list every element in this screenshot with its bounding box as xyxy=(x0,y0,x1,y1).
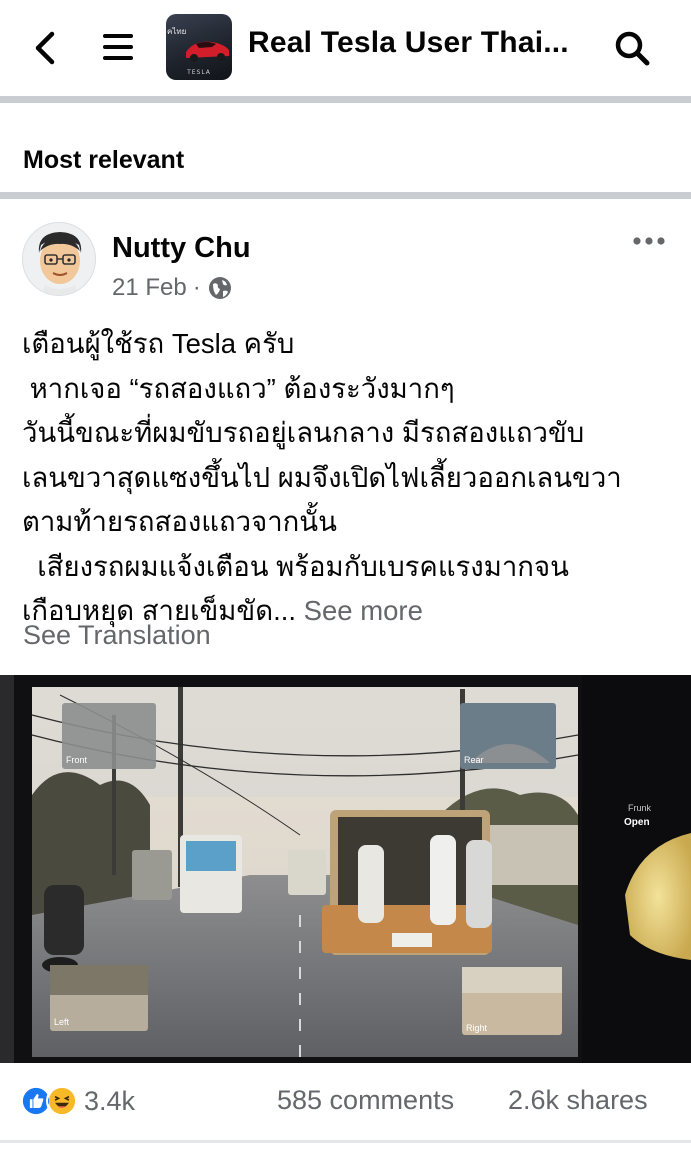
shares-count-link[interactable]: 2.6k shares xyxy=(508,1085,648,1116)
frunk-label: Frunk xyxy=(628,803,652,813)
group-title[interactable]: Real Tesla User Thai... xyxy=(248,26,569,60)
camera-label-left: Left xyxy=(54,1017,70,1027)
group-thumbnail[interactable]: คไทย TESLA xyxy=(166,14,232,80)
post-line: วันนี้ขณะที่ผมขับรถอยู่เลนกลาง มีรถสองแถ… xyxy=(22,417,585,448)
post-line: เสียงรถผมแจ้งเตือน พร้อมกับเบรคแรงมากจน xyxy=(22,550,569,582)
see-translation-link[interactable]: See Translation xyxy=(23,620,211,651)
post-photo[interactable]: Front Rear Left Right Frunk Open xyxy=(0,675,691,1063)
post-line: ตามท้ายรถสองแถวจากนั้น xyxy=(22,506,337,537)
reactions-summary[interactable]: 3.4k xyxy=(20,1085,135,1117)
post-date[interactable]: 21 Feb xyxy=(112,274,187,302)
camera-label-front: Front xyxy=(66,755,88,765)
chevron-left-icon[interactable] xyxy=(28,28,62,68)
frunk-state: Open xyxy=(624,817,650,828)
divider xyxy=(0,192,691,199)
post-meta: 21 Feb · xyxy=(112,274,233,302)
divider xyxy=(0,96,691,103)
camera-label-right: Right xyxy=(466,1023,488,1033)
post-line: เตือนผู้ใช้รถ Tesla ครับ xyxy=(22,328,295,359)
sort-filter-label[interactable]: Most relevant xyxy=(23,146,184,175)
post-line: เลนขวาสุดแซงขึ้นไป ผมจึงเปิดไฟเลี้ยวออกเ… xyxy=(22,461,622,493)
group-header: คไทย TESLA Real Tesla User Thai... xyxy=(0,0,691,98)
avatar-cartoon xyxy=(38,232,82,295)
camera-label-rear: Rear xyxy=(464,755,484,765)
hamburger-menu-icon[interactable] xyxy=(100,30,136,64)
thumb-brand: TESLA xyxy=(186,69,211,76)
more-options-icon[interactable] xyxy=(632,234,666,248)
thumb-text-top: คไทย xyxy=(167,27,186,36)
comments-count-link[interactable]: 585 comments xyxy=(277,1085,454,1116)
avatar[interactable] xyxy=(22,222,96,296)
search-icon[interactable] xyxy=(612,28,652,68)
post-body: เตือนผู้ใช้รถ Tesla ครับ หากเจอ “รถสองแถ… xyxy=(22,322,672,634)
see-more-link[interactable]: See more xyxy=(304,595,423,626)
group-cover-image: คไทย TESLA xyxy=(167,27,229,76)
globe-icon xyxy=(208,277,231,299)
post-line: หากเจอ “รถสองแถว” ต้องระวังมากๆ xyxy=(22,372,455,404)
dashcam-screen-image: Front Rear Left Right Frunk Open xyxy=(0,675,691,1063)
meta-separator: · xyxy=(192,274,201,301)
reaction-count: 3.4k xyxy=(84,1085,136,1116)
post-author[interactable]: Nutty Chu xyxy=(112,232,251,265)
divider xyxy=(0,1140,691,1143)
haha-icon xyxy=(46,1085,78,1117)
